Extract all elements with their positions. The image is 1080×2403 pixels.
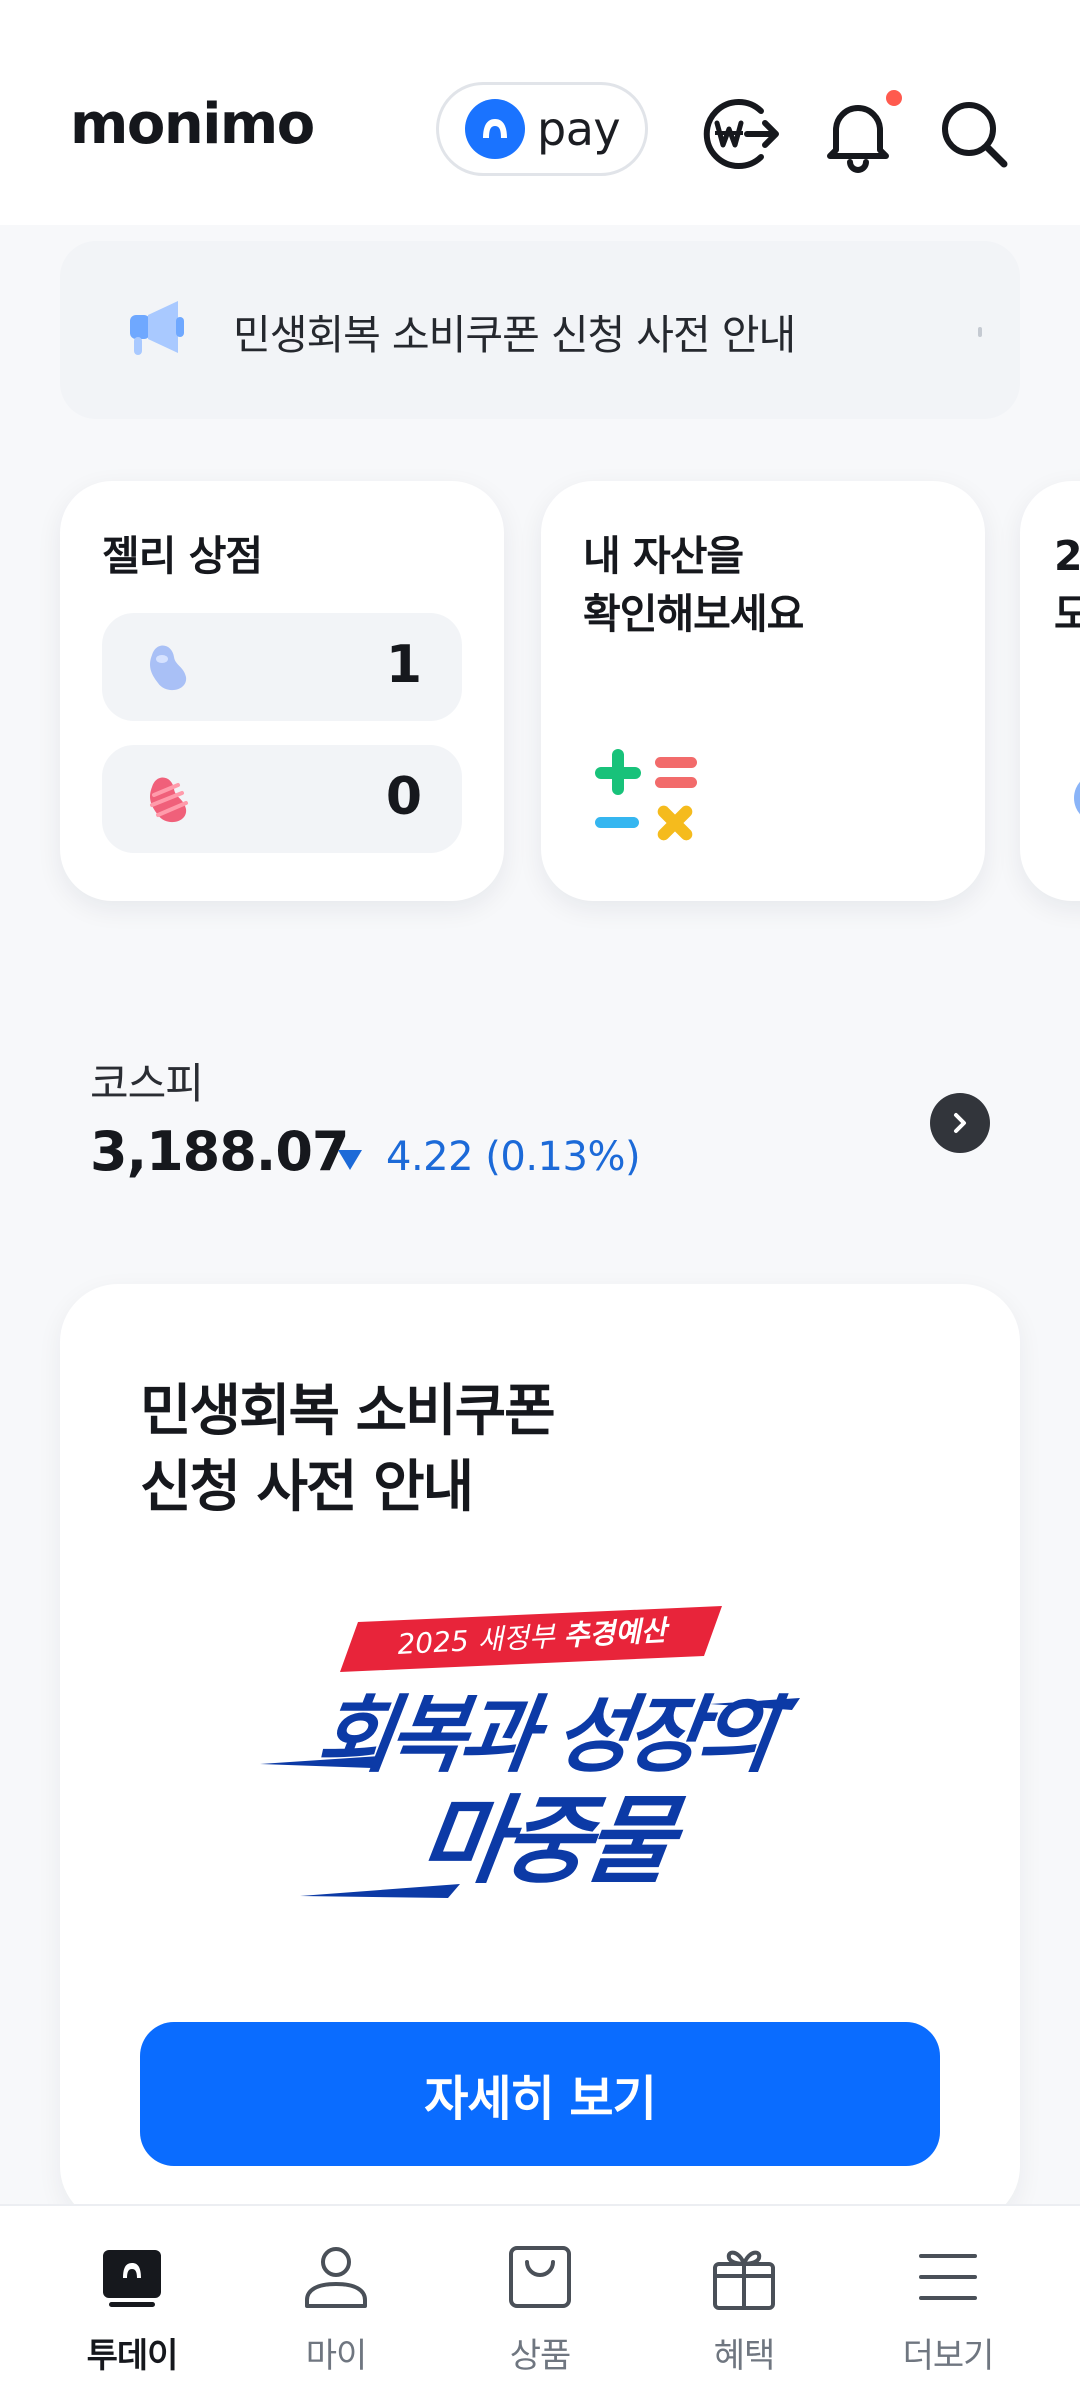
- nav-item-more[interactable]: 더보기: [846, 2206, 1050, 2403]
- jelly-store-title: 젤리 상점: [102, 532, 263, 580]
- nav-item-my[interactable]: 마이: [234, 2206, 438, 2403]
- pay-label: pay: [537, 102, 621, 156]
- chevron-right-icon[interactable]: [930, 1093, 990, 1153]
- promo-banner-bold: 추경예산: [563, 1614, 672, 1653]
- next-card-line2: 모: [1054, 590, 1080, 638]
- today-icon: [97, 2242, 167, 2312]
- notice-banner[interactable]: 민생회복 소비쿠폰 신청 사전 안내: [60, 241, 1020, 419]
- notice-scroll-indicator: [978, 327, 982, 337]
- calculator-symbols-icon: [591, 743, 701, 853]
- nav-label-today: 투데이: [86, 2336, 179, 2376]
- promo-title: 민생회복 소비쿠폰 신청 사전 안내: [140, 1374, 556, 1526]
- nav-item-benefits[interactable]: 혜택: [642, 2206, 846, 2403]
- top-header: monimo pay: [0, 0, 1080, 225]
- app-screen: monimo pay 민생회복 소비쿠폰 신청 사전 안내 젤리 상점 1 0 …: [0, 0, 1080, 2403]
- assets-title-line1: 내 자산을: [583, 532, 744, 580]
- assets-title: 내 자산을 확인해보세요: [583, 527, 804, 643]
- next-card-peek[interactable]: 2 모: [1020, 481, 1080, 901]
- pink-jelly-count: 0: [385, 767, 422, 827]
- app-logo[interactable]: monimo: [70, 92, 315, 157]
- promo-title-line2: 신청 사전 안내: [140, 1455, 474, 1520]
- promo-headline-line1: 회복과 성장의: [311, 1686, 790, 1784]
- jelly-store-card[interactable]: 젤리 상점 1 0: [60, 481, 504, 901]
- nav-label-benefits: 혜택: [713, 2336, 776, 2376]
- megaphone-icon: [120, 289, 200, 369]
- pay-logo-icon: [465, 99, 525, 159]
- blue-jelly-count: 1: [385, 635, 422, 695]
- search-icon[interactable]: [928, 88, 1020, 180]
- kospi-value: 3,188.07: [90, 1120, 349, 1183]
- view-details-button[interactable]: 자세히 보기: [140, 2022, 940, 2166]
- nav-item-today[interactable]: 투데이: [30, 2206, 234, 2403]
- blue-jelly-icon: [138, 637, 198, 697]
- nav-item-products[interactable]: 상품: [438, 2206, 642, 2403]
- menu-icon: [913, 2242, 983, 2312]
- nav-label-products: 상품: [509, 2336, 572, 2376]
- jelly-row-blue: 1: [102, 613, 462, 721]
- jelly-row-pink: 0: [102, 745, 462, 853]
- next-card-line1: 2: [1054, 532, 1080, 580]
- notification-dot: [886, 90, 902, 106]
- promo-card[interactable]: 민생회복 소비쿠폰 신청 사전 안내 2025 새정부 추경예산 회복과 성장의…: [60, 1284, 1020, 2224]
- assets-card[interactable]: 내 자산을 확인해보세요: [541, 481, 985, 901]
- nav-label-my: 마이: [305, 2336, 368, 2376]
- bottom-navigation: 투데이 마이 상품 혜택 더보기: [0, 2204, 1080, 2403]
- assets-title-line2: 확인해보세요: [583, 590, 804, 638]
- pay-button[interactable]: pay: [436, 82, 648, 176]
- next-card-icon: [1074, 773, 1080, 823]
- kospi-label: 코스피: [90, 1059, 204, 1108]
- promo-title-line1: 민생회복 소비쿠폰: [140, 1379, 556, 1444]
- next-card-title: 2 모: [1054, 527, 1080, 643]
- promo-illustration: 2025 새정부 추경예산 회복과 성장의 마중물: [240, 1604, 840, 1924]
- kospi-change: 4.22 (0.13%): [386, 1134, 641, 1180]
- shopping-bag-icon: [505, 2242, 575, 2312]
- person-icon: [301, 2242, 371, 2312]
- won-transfer-icon[interactable]: [690, 88, 782, 180]
- promo-headline-line2: 마중물: [413, 1784, 690, 1896]
- pink-jelly-icon: [138, 769, 198, 829]
- down-triangle-icon: [338, 1150, 362, 1170]
- gift-icon: [709, 2242, 779, 2312]
- notice-text: 민생회복 소비쿠폰 신청 사전 안내: [233, 311, 796, 359]
- nav-label-more: 더보기: [902, 2336, 995, 2376]
